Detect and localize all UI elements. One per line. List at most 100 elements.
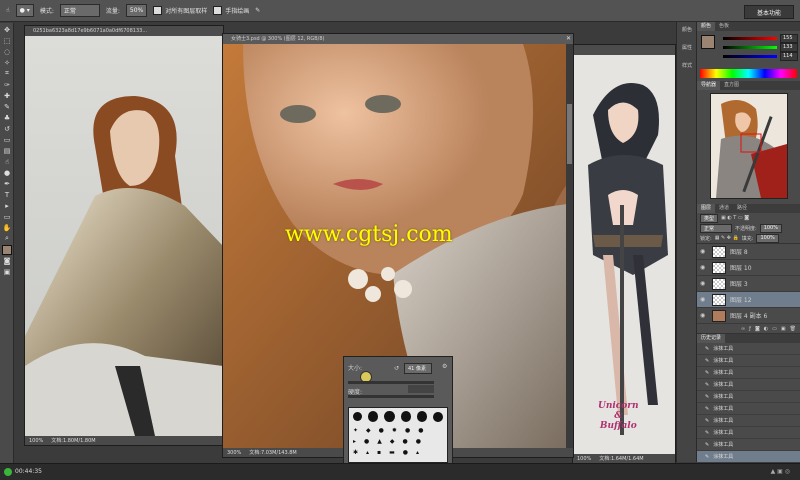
hardness-slider[interactable] — [348, 395, 434, 398]
close-icon[interactable]: ✕ — [566, 35, 571, 42]
tab-history[interactable]: 历史记录 — [697, 334, 726, 343]
visibility-eye-icon[interactable]: ◉ — [700, 312, 708, 319]
foreground-color-swatch[interactable] — [2, 244, 12, 255]
quick-mask-icon[interactable]: ◙ — [2, 256, 12, 265]
blue-slider[interactable] — [723, 55, 777, 58]
layer-name[interactable]: 图层 10 — [730, 263, 752, 272]
layer-name[interactable]: 图层 4 副本 6 — [730, 311, 767, 320]
path-select-icon[interactable]: ▸ — [2, 201, 12, 210]
brush-preset[interactable] — [400, 411, 411, 422]
tab-channels[interactable]: 通道 — [715, 204, 733, 213]
green-slider[interactable] — [723, 46, 777, 49]
screen-mode-icon[interactable]: ▣ — [2, 267, 12, 276]
left-doc-size[interactable]: 文档:1.80M/1.80M — [51, 437, 95, 444]
brush-preset[interactable]: ▲ — [377, 438, 382, 445]
reset-size-icon[interactable]: ↺ — [394, 365, 399, 372]
layer-name[interactable]: 图层 12 — [730, 295, 752, 304]
marquee-tool-icon[interactable]: ⬚ — [2, 36, 12, 45]
gradient-tool-icon[interactable]: ▤ — [2, 146, 12, 155]
history-item-current[interactable]: ✎ 涂抹工具 — [697, 451, 800, 463]
hardness-field[interactable] — [408, 385, 434, 393]
center-zoom-level[interactable]: 300% — [227, 450, 241, 456]
brush-preset[interactable]: ▸ — [353, 438, 356, 445]
brush-tool-icon[interactable]: ☝ — [6, 7, 10, 14]
color-panel-button[interactable]: 颜色 — [678, 26, 696, 40]
lasso-tool-icon[interactable]: ◌ — [2, 47, 12, 56]
popup-settings-icon[interactable]: ⚙ — [442, 363, 447, 370]
brush-preset[interactable]: ▬ — [389, 449, 395, 456]
filter-icons[interactable]: ▣ ◐ T ▭ ◙ — [721, 215, 749, 221]
center-doc-size[interactable]: 文档:7.03M/143.8M — [249, 449, 296, 456]
red-value[interactable]: 155 — [780, 34, 798, 43]
layer-name[interactable]: 图层 3 — [730, 279, 748, 288]
zoom-tool-icon[interactable]: ⌕ — [2, 234, 12, 243]
blue-value[interactable]: 114 — [780, 52, 798, 61]
navigator-thumbnail[interactable] — [709, 93, 788, 199]
brush-preset[interactable]: ✹ — [392, 427, 397, 434]
tab-histogram[interactable]: 直方图 — [720, 81, 743, 90]
brush-preset[interactable]: ◆ — [390, 438, 395, 445]
trash-icon[interactable]: 🗑 — [790, 326, 796, 332]
properties-panel-button[interactable]: 属性 — [678, 44, 696, 58]
tab-navigator[interactable]: 导航器 — [697, 81, 721, 90]
tab-layers[interactable]: 图层 — [697, 204, 716, 213]
right-document-window[interactable]: Unicorn & Buffalo 100% 文档:1.64M/1.64M — [572, 44, 676, 464]
history-item[interactable]: ✎ 涂抹工具 — [697, 355, 800, 367]
shape-tool-icon[interactable]: ▭ — [2, 212, 12, 221]
layer-kind-filter[interactable]: 类型 — [700, 213, 719, 223]
brush-preset-popup[interactable]: 大小: ↺ 41 像素 ⚙ 硬度: ✦ ◆ ● ✹ ● ● ▸ ● ▲ ◆ ● ● ✱ ▴ ▪ ▬ ● ▴ — [343, 356, 453, 466]
styles-panel-button[interactable]: 样式 — [678, 62, 696, 76]
dodge-tool-icon[interactable]: ● — [2, 168, 12, 177]
center-document-title[interactable]: 女骑士3.psd @ 300% (图层 12, RGB/8) — [223, 34, 573, 44]
stamp-tool-icon[interactable]: ♣ — [2, 113, 12, 122]
history-item[interactable]: ✎ 涂抹工具 — [697, 427, 800, 439]
sample-all-checkbox[interactable]: 对所有图层取样 — [153, 6, 207, 15]
blend-mode-select[interactable]: 正常 — [700, 223, 732, 233]
layer-row[interactable]: ◉ 图层 10 — [697, 260, 800, 276]
brush-preset[interactable]: ✦ — [353, 427, 358, 434]
brush-preset-grid[interactable]: ✦ ◆ ● ✹ ● ● ▸ ● ▲ ◆ ● ● ✱ ▴ ▪ ▬ ● ▴ — [348, 407, 448, 463]
brush-preset[interactable] — [367, 411, 379, 422]
visibility-eye-icon[interactable]: ◉ — [700, 248, 708, 255]
brush-preset[interactable]: ● — [405, 427, 410, 434]
pressure-icon[interactable]: ✎ — [255, 7, 260, 14]
brush-preset[interactable]: ◆ — [366, 427, 371, 434]
flow-field[interactable]: 50% — [125, 4, 148, 17]
pen-tool-icon[interactable]: ✒ — [2, 179, 12, 188]
mode-select[interactable]: 正常 — [59, 4, 100, 17]
layer-row[interactable]: ◉ 图层 3 — [697, 276, 800, 292]
left-zoom-level[interactable]: 100% — [29, 438, 43, 444]
healing-brush-icon[interactable]: ✚ — [2, 91, 12, 100]
eyedropper-icon[interactable]: ✑ — [2, 80, 12, 89]
brush-preset[interactable] — [433, 411, 443, 422]
red-slider[interactable] — [723, 37, 777, 40]
brush-tool-icon[interactable]: ✎ — [2, 102, 12, 111]
history-item[interactable]: ✎ 涂抹工具 — [697, 403, 800, 415]
link-icon[interactable]: ∞ — [741, 326, 745, 332]
tab-color[interactable]: 颜色 — [697, 22, 716, 31]
brush-preset-picker[interactable]: ● ▾ — [15, 4, 34, 17]
magic-wand-icon[interactable]: ✧ — [2, 58, 12, 67]
smudge-tool-icon[interactable]: ☝ — [2, 157, 12, 166]
history-item[interactable]: ✎ 涂抹工具 — [697, 439, 800, 451]
brush-preset[interactable]: ● — [418, 427, 423, 434]
tab-paths[interactable]: 路径 — [733, 204, 751, 213]
finger-paint-checkbox[interactable]: 手指绘画 — [213, 6, 249, 15]
brush-preset[interactable]: ▴ — [366, 449, 369, 456]
hand-tool-icon[interactable]: ✋ — [2, 223, 12, 232]
history-item[interactable]: ✎ 涂抹工具 — [697, 391, 800, 403]
brush-preset[interactable] — [353, 412, 362, 421]
brush-preset[interactable]: ● — [364, 438, 369, 445]
brush-preset[interactable]: ▪ — [377, 449, 381, 456]
layer-name[interactable]: 图层 8 — [730, 247, 748, 256]
history-brush-icon[interactable]: ↺ — [2, 124, 12, 133]
brush-preset[interactable]: ● — [416, 438, 421, 445]
history-item[interactable]: ✎ 涂抹工具 — [697, 379, 800, 391]
layer-fill-field[interactable]: 100% — [756, 233, 779, 243]
green-value[interactable]: 133 — [780, 43, 798, 52]
visibility-eye-icon[interactable]: ◉ — [700, 296, 708, 303]
history-item[interactable]: ✎ 涂抹工具 — [697, 343, 800, 355]
layer-row[interactable]: ◉ 图层 4 副本 6 — [697, 308, 800, 324]
brush-preset[interactable] — [384, 411, 395, 422]
right-zoom-level[interactable]: 100% — [577, 456, 591, 462]
